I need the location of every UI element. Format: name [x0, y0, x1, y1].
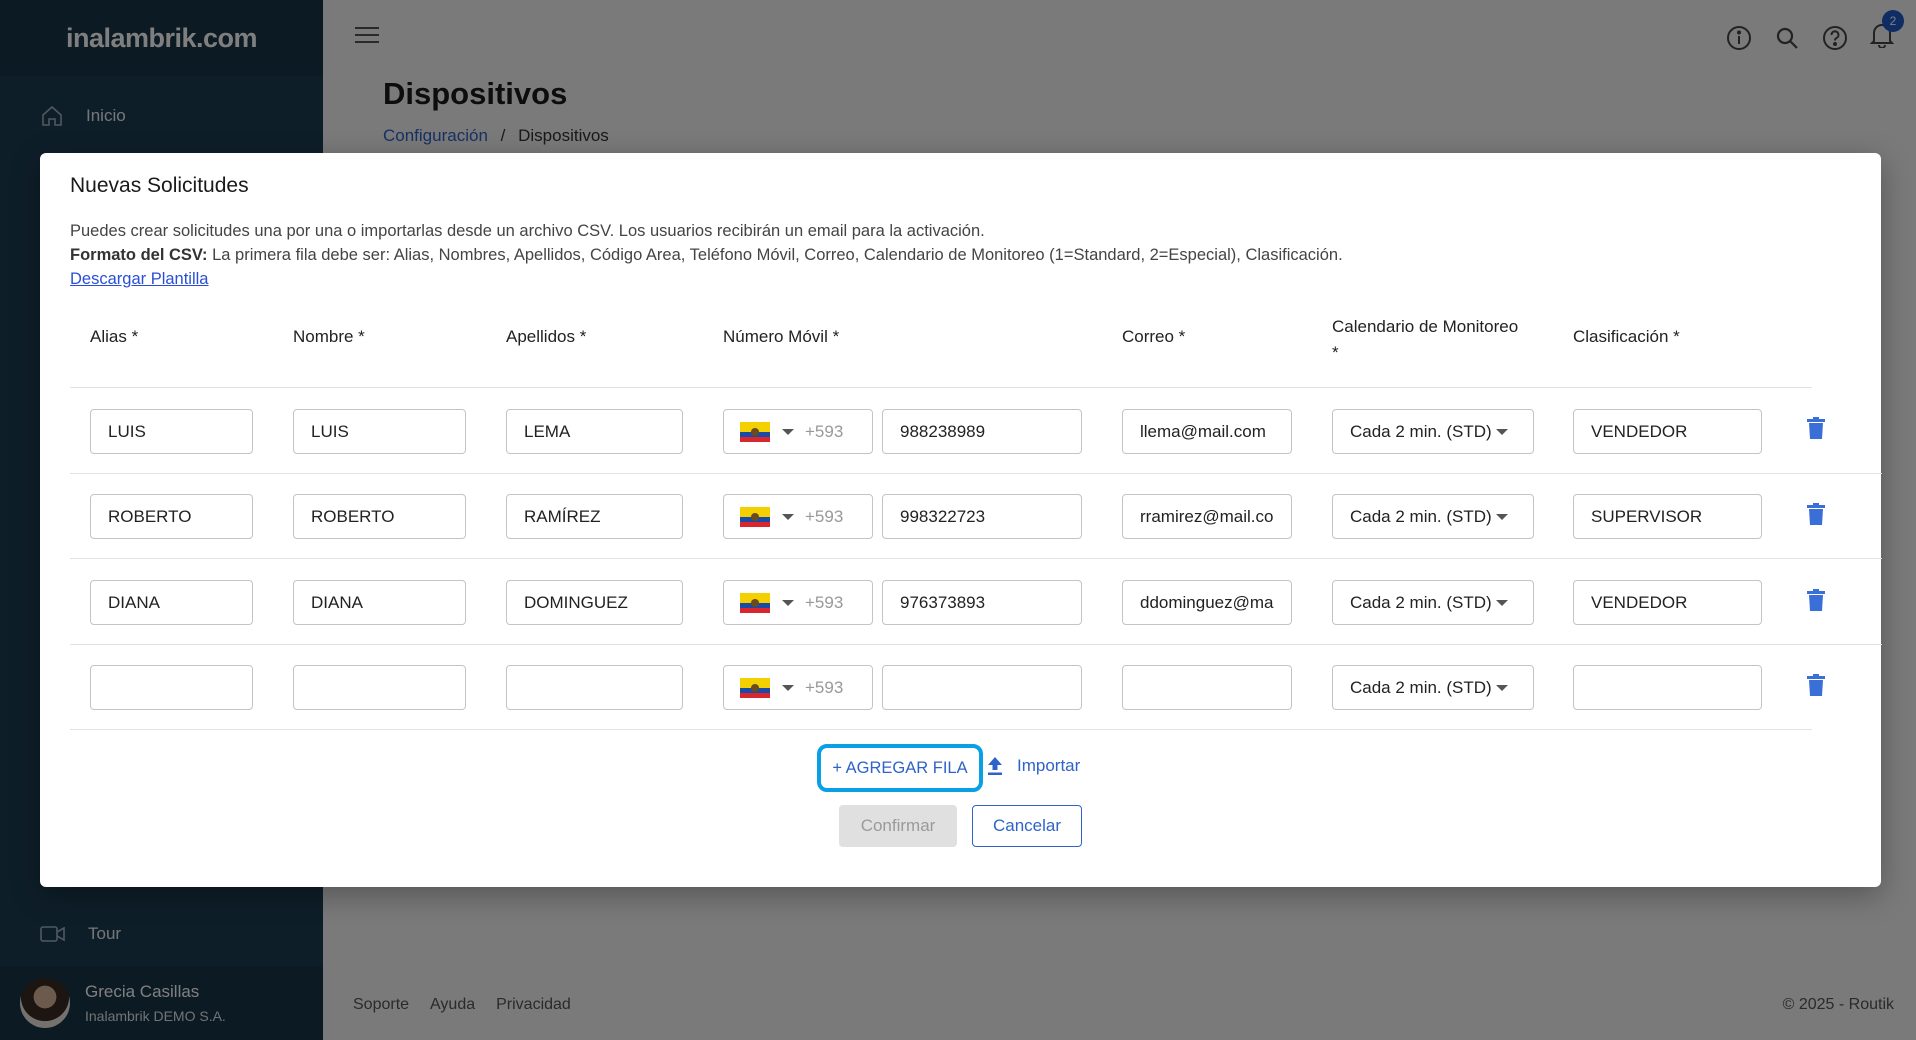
import-button[interactable]: Importar [987, 756, 1080, 776]
ecuador-flag-icon [740, 506, 770, 527]
country-code: +593 [805, 592, 844, 612]
chevron-down-icon [782, 513, 794, 520]
cancel-button[interactable]: Cancelar [972, 805, 1082, 847]
calendario-select[interactable]: Cada 2 min. (STD) [1332, 494, 1534, 539]
apellidos-input[interactable] [506, 665, 683, 710]
chevron-down-icon [1496, 599, 1508, 606]
clasificacion-input[interactable]: VENDEDOR [1573, 580, 1762, 625]
correo-input[interactable] [1122, 665, 1292, 710]
movil-input[interactable]: 976373893 [882, 580, 1082, 625]
country-code-select[interactable]: +593 [723, 580, 873, 625]
trash-icon[interactable] [1807, 503, 1825, 525]
modal-title: Nuevas Solicitudes [70, 174, 249, 197]
clasificacion-input[interactable]: VENDEDOR [1573, 409, 1762, 454]
calendario-select[interactable]: Cada 2 min. (STD) [1332, 665, 1534, 710]
csv-format-detail: La primera fila debe ser: Alias, Nombres… [207, 246, 1343, 264]
import-label: Importar [1017, 756, 1081, 775]
download-template-link[interactable]: Descargar Plantilla [70, 270, 208, 288]
alias-input[interactable]: ROBERTO [90, 494, 253, 539]
country-code: +593 [805, 677, 844, 697]
csv-format-label: Formato del CSV: [70, 246, 208, 264]
apellidos-input[interactable]: LEMA [506, 409, 683, 454]
chevron-down-icon [782, 599, 794, 606]
ecuador-flag-icon [740, 592, 770, 613]
clasificacion-input[interactable] [1573, 665, 1762, 710]
modal-description: Puedes crear solicitudes una por una o i… [70, 219, 1343, 291]
description-text: Puedes crear solicitudes una por una o i… [70, 222, 985, 240]
nombre-input[interactable] [293, 665, 466, 710]
correo-input[interactable]: rramirez@mail.co [1122, 494, 1292, 539]
alias-input[interactable]: DIANA [90, 580, 253, 625]
calendario-value: Cada 2 min. (STD) [1350, 421, 1492, 441]
column-header-nombre: Nombre * [293, 327, 365, 346]
chevron-down-icon [782, 428, 794, 435]
ecuador-flag-icon [740, 677, 770, 698]
calendario-value: Cada 2 min. (STD) [1350, 677, 1492, 697]
clasificacion-input[interactable]: SUPERVISOR [1573, 494, 1762, 539]
alias-input[interactable] [90, 665, 253, 710]
movil-input[interactable]: 988238989 [882, 409, 1082, 454]
column-header-calendario: Calendario de Monitoreo * [1332, 314, 1518, 366]
upload-icon [988, 757, 1002, 775]
row-divider [70, 558, 1882, 559]
calendario-value: Cada 2 min. (STD) [1350, 506, 1492, 526]
column-header-correo: Correo * [1122, 327, 1186, 346]
chevron-down-icon [1496, 513, 1508, 520]
add-row-button[interactable]: + AGREGAR FILA [817, 744, 983, 792]
chevron-down-icon [782, 684, 794, 691]
confirm-button[interactable]: Confirmar [839, 805, 957, 847]
correo-input[interactable]: ddominguez@ma [1122, 580, 1292, 625]
trash-icon[interactable] [1807, 589, 1825, 611]
country-code-select[interactable]: +593 [723, 665, 873, 710]
calendario-select[interactable]: Cada 2 min. (STD) [1332, 409, 1534, 454]
apellidos-input[interactable]: RAMÍREZ [506, 494, 683, 539]
alias-input[interactable]: LUIS [90, 409, 253, 454]
row-divider [70, 473, 1882, 474]
movil-input[interactable]: 998322723 [882, 494, 1082, 539]
calendario-value: Cada 2 min. (STD) [1350, 592, 1492, 612]
column-header-calendario-label: Calendario de Monitoreo [1332, 317, 1519, 336]
column-header-alias: Alias * [90, 327, 139, 346]
csv-format-text: Formato del CSV: La primera fila debe se… [70, 243, 1343, 267]
column-header-calendario-required: * [1332, 343, 1339, 362]
nombre-input[interactable]: ROBERTO [293, 494, 466, 539]
column-header-movil: Número Móvil * [723, 327, 840, 346]
header-divider [70, 387, 1812, 388]
column-header-clasificacion: Clasificación * [1573, 327, 1680, 346]
country-code-select[interactable]: +593 [723, 409, 873, 454]
country-code: +593 [805, 506, 844, 526]
ecuador-flag-icon [740, 421, 770, 442]
new-requests-modal: Nuevas Solicitudes Puedes crear solicitu… [40, 153, 1882, 887]
correo-input[interactable]: llema@mail.com [1122, 409, 1292, 454]
chevron-down-icon [1496, 428, 1508, 435]
movil-input[interactable] [882, 665, 1082, 710]
row-divider [70, 644, 1882, 645]
trash-icon[interactable] [1807, 674, 1825, 696]
nombre-input[interactable]: LUIS [293, 409, 466, 454]
trash-icon[interactable] [1807, 417, 1825, 439]
column-header-apellidos: Apellidos * [506, 327, 587, 346]
country-code-select[interactable]: +593 [723, 494, 873, 539]
apellidos-input[interactable]: DOMINGUEZ [506, 580, 683, 625]
country-code: +593 [805, 421, 844, 441]
calendario-select[interactable]: Cada 2 min. (STD) [1332, 580, 1534, 625]
row-divider [70, 729, 1812, 730]
chevron-down-icon [1496, 684, 1508, 691]
nombre-input[interactable]: DIANA [293, 580, 466, 625]
